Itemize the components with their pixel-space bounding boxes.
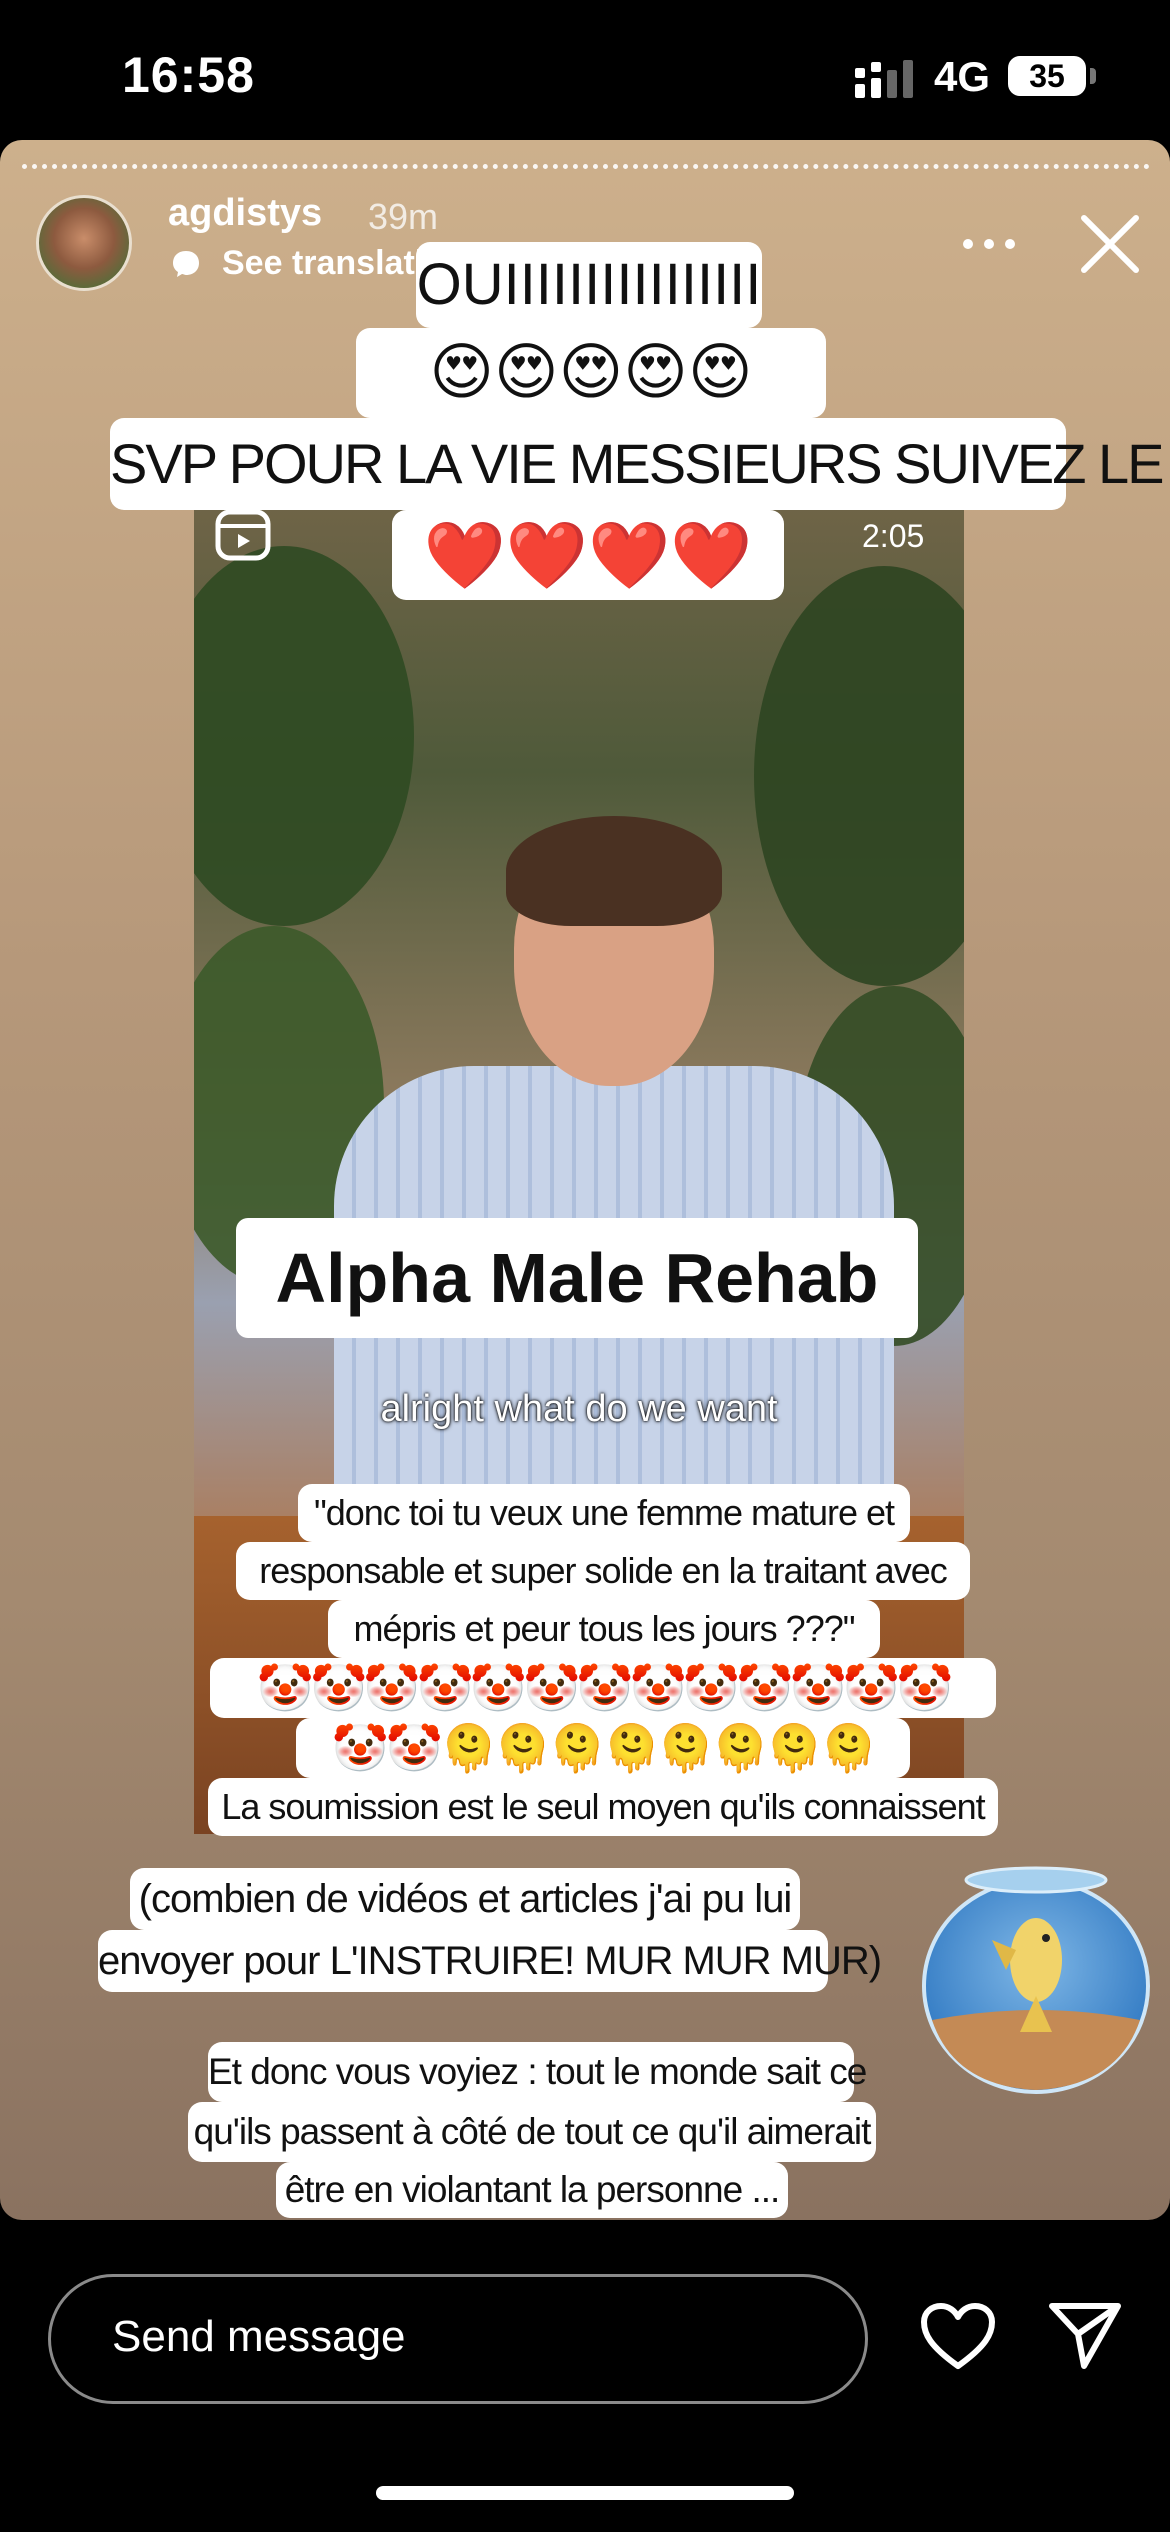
send-icon[interactable] — [1048, 2300, 1122, 2370]
reel-caption: alright what do we want — [380, 1388, 778, 1430]
sticker-melting-faces: 🤡🤡🫠🫠🫠🫠🫠🫠🫠🫠 — [296, 1718, 910, 1778]
sticker-oui: OUIIIIIIIIIIIIIIII — [416, 242, 762, 328]
sticker-donc-line1: Et donc vous voyiez : tout le monde sait… — [208, 2042, 867, 2102]
sticker-svp: SVP POUR LA VIE MESSIEURS SUIVEZ LE — [110, 418, 1164, 510]
sticker-heart-eyes: 😍😍😍😍😍 — [356, 328, 826, 418]
heart-icon[interactable] — [920, 2302, 996, 2372]
sticker-quote-line2: responsable et super solide en la traita… — [236, 1542, 970, 1600]
reel-title-card: Alpha Male Rehab — [236, 1218, 918, 1338]
battery-tip — [1090, 68, 1096, 84]
sticker-combien-line2: envoyer pour L'INSTRUIRE! MUR MUR MUR) — [98, 1930, 882, 1992]
plant-leaves — [194, 546, 414, 926]
story-viewer[interactable]: agdistys 39m See translation 2:05 Alpha … — [0, 140, 1170, 2220]
signal-icon — [855, 60, 913, 98]
clock: 16:58 — [122, 47, 255, 103]
translate-icon[interactable] — [170, 248, 202, 280]
status-bar: 16:58 4G 35 — [0, 0, 1170, 140]
story-time-ago: 39m — [368, 196, 439, 237]
send-message-placeholder: Send message — [112, 2312, 406, 2361]
more-icon[interactable] — [962, 236, 1016, 252]
sticker-combien-line1: (combien de vidéos et articles j'ai pu l… — [130, 1868, 800, 1930]
network-type: 4G — [934, 53, 991, 100]
sticker-clowns: 🤡🤡🤡🤡🤡🤡🤡🤡🤡🤡🤡🤡🤡 — [210, 1658, 996, 1718]
reel-duration: 2:05 — [862, 518, 925, 554]
sticker-hearts: ❤️❤️❤️❤️ — [392, 510, 784, 600]
home-indicator — [376, 2486, 794, 2500]
sticker-quote-line1: "donc toi tu veux une femme mature et — [298, 1484, 910, 1542]
close-icon[interactable] — [1078, 212, 1142, 276]
avatar[interactable] — [36, 195, 132, 291]
fishbowl-sticker — [922, 1866, 1150, 2094]
person-hair — [506, 816, 722, 926]
story-username[interactable]: agdistys — [168, 192, 322, 235]
sticker-quote-line3: mépris et peur tous les jours ???" — [328, 1600, 880, 1658]
sticker-donc-line2: qu'ils passent à côté de tout ce qu'il a… — [188, 2102, 876, 2162]
battery-icon: 35 — [1008, 56, 1086, 96]
sticker-donc-line3: être en violantant la personne ... — [276, 2162, 788, 2218]
sticker-soumission: La soumission est le seul moyen qu'ils c… — [208, 1778, 998, 1836]
plant-leaves — [754, 566, 964, 986]
reel-icon — [215, 509, 271, 561]
story-progress-bar — [22, 164, 1150, 169]
